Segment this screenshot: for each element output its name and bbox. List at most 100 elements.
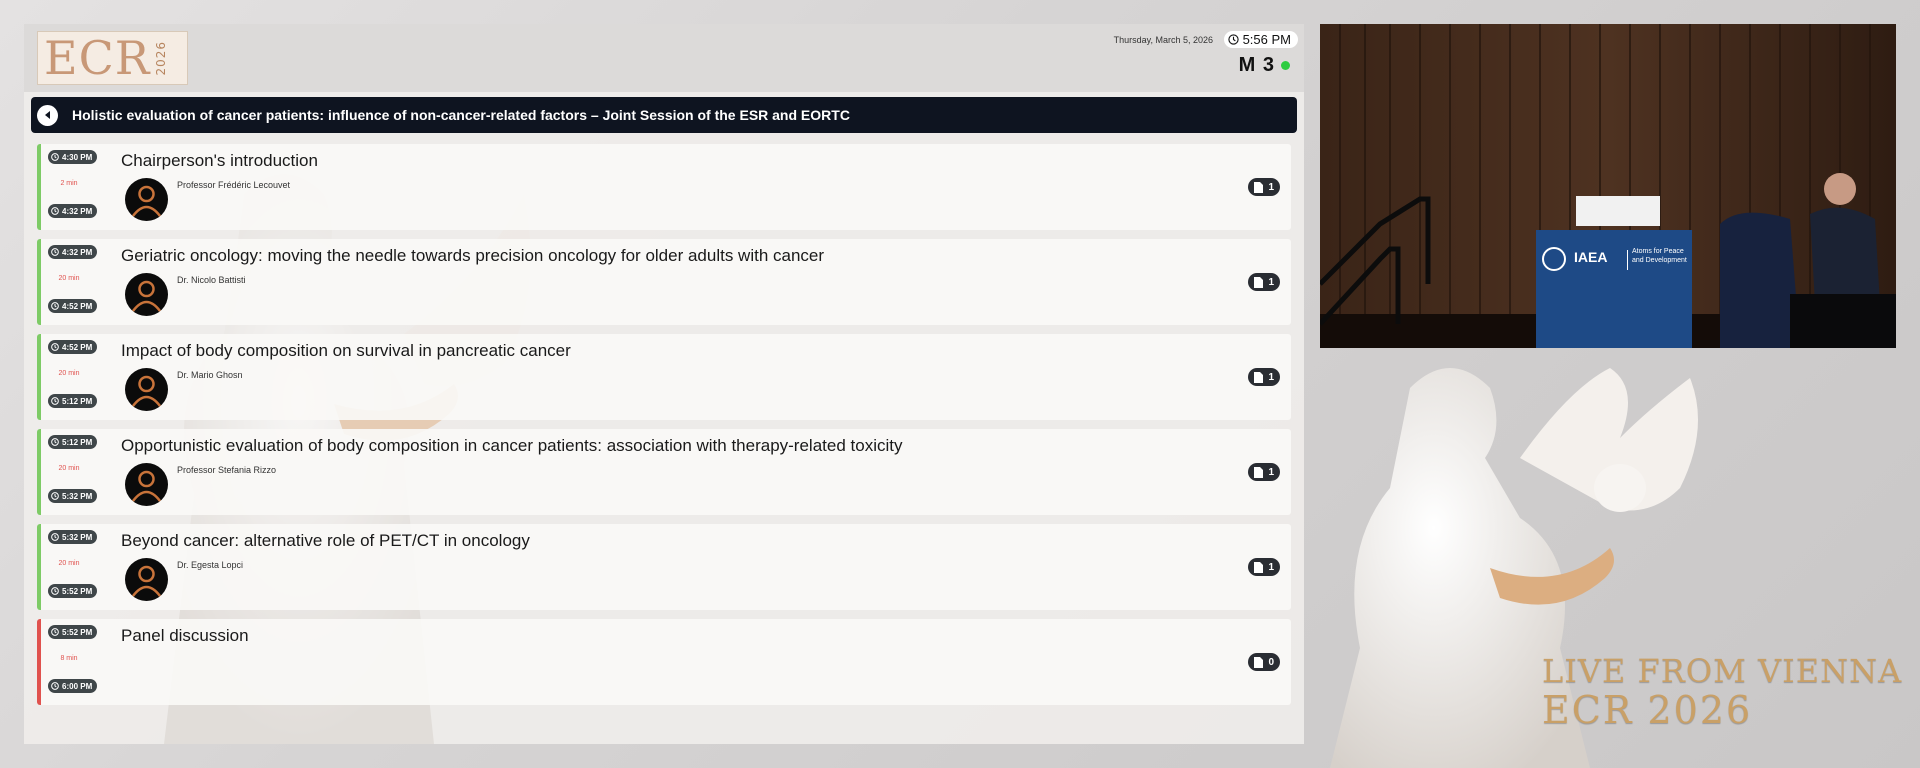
start-time-badge: 4:32 PM xyxy=(48,245,98,259)
duration: 20 min xyxy=(58,465,80,472)
room-name: M 3 xyxy=(1238,54,1275,76)
end-time: 6:00 PM xyxy=(62,681,93,691)
documents-button[interactable]: 1 xyxy=(1248,463,1280,481)
talk-title: Beyond cancer: alternative role of PET/C… xyxy=(121,531,530,550)
document-count: 0 xyxy=(1268,656,1274,668)
document-count: 1 xyxy=(1268,371,1274,383)
talk-title: Chairperson's introduction xyxy=(121,151,318,170)
clock-icon xyxy=(51,302,59,310)
session-title-bar: Holistic evaluation of cancer patients: … xyxy=(31,97,1297,133)
person-icon xyxy=(132,470,161,502)
logo-text: ECR xyxy=(44,31,151,85)
document-count: 1 xyxy=(1268,276,1274,288)
speaker-avatar xyxy=(125,273,168,316)
speaker-name: Professor Stefania Rizzo xyxy=(177,465,277,475)
clock-icon xyxy=(51,628,59,636)
speaker-name: Dr. Mario Ghosn xyxy=(177,370,243,380)
end-time-badge: 5:12 PM xyxy=(48,394,98,408)
clock-icon xyxy=(51,587,59,595)
clock-icon xyxy=(51,153,59,161)
clock-icon xyxy=(51,438,59,446)
talk-title: Opportunistic evaluation of body composi… xyxy=(121,436,903,455)
back-arrow-icon xyxy=(44,111,50,119)
clock-icon xyxy=(51,533,59,541)
clock-icon xyxy=(1227,34,1239,45)
document-count: 1 xyxy=(1268,561,1274,573)
duration: 20 min xyxy=(58,275,80,282)
document-icon xyxy=(1254,181,1264,193)
current-time: 5:56 PM xyxy=(1242,32,1291,47)
talk-item[interactable]: 4:32 PM 20 min 4:52 PM Geriatric oncolog… xyxy=(37,239,1291,325)
document-icon xyxy=(1254,276,1264,288)
start-time-badge: 4:52 PM xyxy=(48,340,98,354)
start-time: 4:30 PM xyxy=(62,152,93,162)
start-time-badge: 5:32 PM xyxy=(48,530,98,544)
start-time: 5:52 PM xyxy=(62,627,93,637)
person-icon xyxy=(132,565,161,597)
clock-badge: 5:56 PM xyxy=(1223,31,1298,48)
speaker-name: Dr. Egesta Lopci xyxy=(177,560,244,570)
live-video-feed[interactable]: IAEA Atoms for Peace and Development xyxy=(1320,24,1896,348)
documents-button[interactable]: 0 xyxy=(1248,653,1280,671)
document-icon xyxy=(1254,371,1264,383)
start-time-badge: 4:30 PM xyxy=(48,150,98,164)
talk-item[interactable]: 5:32 PM 20 min 5:52 PM Beyond cancer: al… xyxy=(37,524,1291,610)
end-time: 5:52 PM xyxy=(62,586,93,596)
speaker-avatar xyxy=(125,178,168,221)
document-icon xyxy=(1254,561,1264,573)
person-icon xyxy=(132,375,161,407)
talk-item[interactable]: 4:30 PM 2 min 4:32 PM Chairperson's intr… xyxy=(37,144,1291,230)
speaker-avatar xyxy=(125,558,168,601)
end-time-badge: 6:00 PM xyxy=(48,679,98,693)
documents-button[interactable]: 1 xyxy=(1248,368,1280,386)
start-time: 4:52 PM xyxy=(62,342,93,352)
end-time: 4:52 PM xyxy=(62,301,93,311)
start-time: 5:12 PM xyxy=(62,437,93,447)
start-time-badge: 5:52 PM xyxy=(48,625,98,639)
back-button[interactable] xyxy=(37,104,58,126)
clock-icon xyxy=(51,492,59,500)
clock-icon xyxy=(51,207,59,215)
talk-title: Panel discussion xyxy=(121,626,249,645)
end-time: 5:32 PM xyxy=(62,491,93,501)
start-time: 5:32 PM xyxy=(62,532,93,542)
logo-year: 2026 xyxy=(154,40,169,76)
end-time-badge: 4:32 PM xyxy=(48,204,98,218)
documents-button[interactable]: 1 xyxy=(1248,558,1280,576)
speaker-avatar xyxy=(125,368,168,411)
duration: 2 min xyxy=(60,180,78,187)
document-icon xyxy=(1254,466,1264,478)
end-time: 4:32 PM xyxy=(62,206,93,216)
speaker-name: Dr. Nicolo Battisti xyxy=(177,275,246,285)
document-count: 1 xyxy=(1268,466,1274,478)
agenda-panel: ECR 2026 Thursday, March 5, 2026 5:56 PM… xyxy=(24,24,1304,744)
talk-item[interactable]: 4:52 PM 20 min 5:12 PM Impact of body co… xyxy=(37,334,1291,420)
talk-title: Impact of body composition on survival i… xyxy=(121,341,571,360)
duration: 20 min xyxy=(58,370,80,377)
documents-button[interactable]: 1 xyxy=(1248,178,1280,196)
lectern-logo-text: IAEA xyxy=(1574,249,1608,265)
documents-button[interactable]: 1 xyxy=(1248,273,1280,291)
end-time-badge: 5:52 PM xyxy=(48,584,98,598)
person-icon xyxy=(132,185,161,217)
end-time: 5:12 PM xyxy=(62,396,93,406)
document-icon xyxy=(1254,656,1264,668)
session-title: Holistic evaluation of cancer patients: … xyxy=(72,107,850,123)
lectern-tagline-2: and Development xyxy=(1632,257,1687,264)
document-count: 1 xyxy=(1268,181,1274,193)
clock-icon xyxy=(51,682,59,690)
speaker-name: Professor Frédéric Lecouvet xyxy=(177,180,291,190)
talk-item[interactable]: 5:52 PM 8 min 6:00 PM Panel discussion 0 xyxy=(37,619,1291,705)
talk-item[interactable]: 5:12 PM 20 min 5:32 PM Opportunistic eva… xyxy=(37,429,1291,515)
start-time: 4:32 PM xyxy=(62,247,93,257)
ecr-logo: ECR 2026 xyxy=(37,31,188,85)
talk-title: Geriatric oncology: moving the needle to… xyxy=(121,246,825,265)
end-time-badge: 5:32 PM xyxy=(48,489,98,503)
speaker-avatar xyxy=(125,463,168,506)
end-time-badge: 4:52 PM xyxy=(48,299,98,313)
stage-scene-image xyxy=(1320,24,1896,348)
lectern-tagline-1: Atoms for Peace xyxy=(1632,248,1684,255)
ecr-2026-text: ECR 2026 xyxy=(1542,688,1753,732)
clock-icon xyxy=(51,343,59,351)
live-indicator-dot xyxy=(1281,61,1290,70)
